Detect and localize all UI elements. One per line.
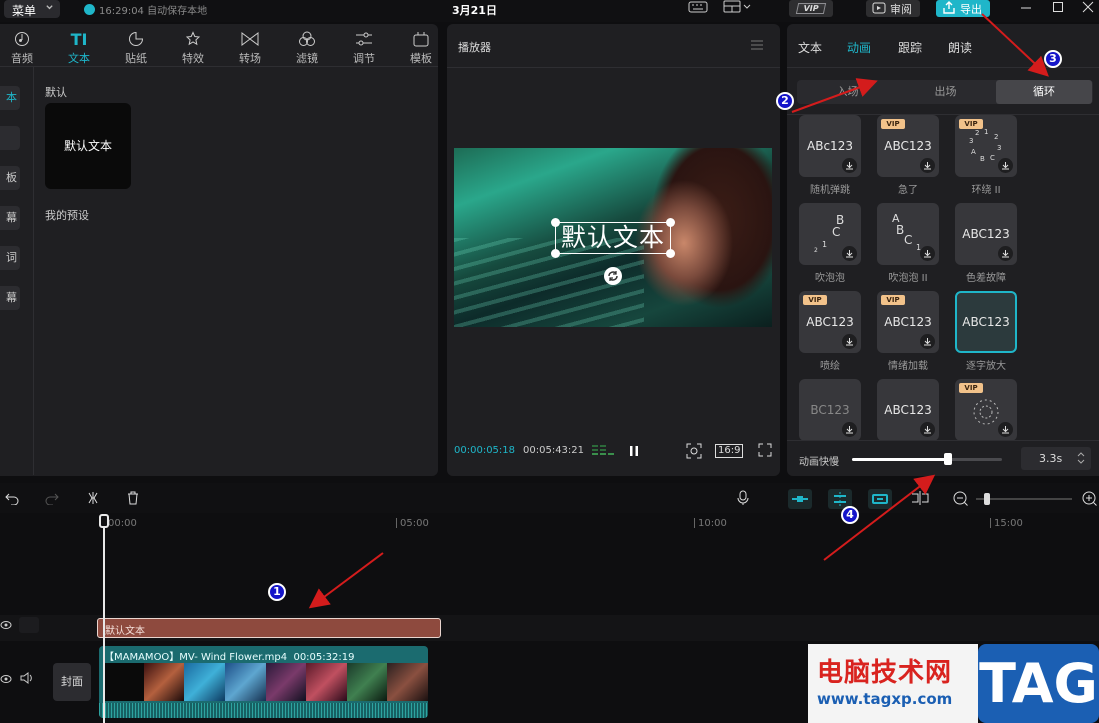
annotation-arrow-2 [791,78,878,113]
annotation-arrows [308,13,1049,609]
annotation-badge-2: 2 [776,92,794,110]
annotation-arrow-3 [981,13,1049,77]
annotation-arrow-4 [823,474,936,561]
annotation-arrow-1 [308,552,384,609]
annotation-badge-3: 3 [1044,50,1062,68]
annotation-badge-1: 1 [268,583,286,601]
annotation-badge-4: 4 [841,506,859,524]
